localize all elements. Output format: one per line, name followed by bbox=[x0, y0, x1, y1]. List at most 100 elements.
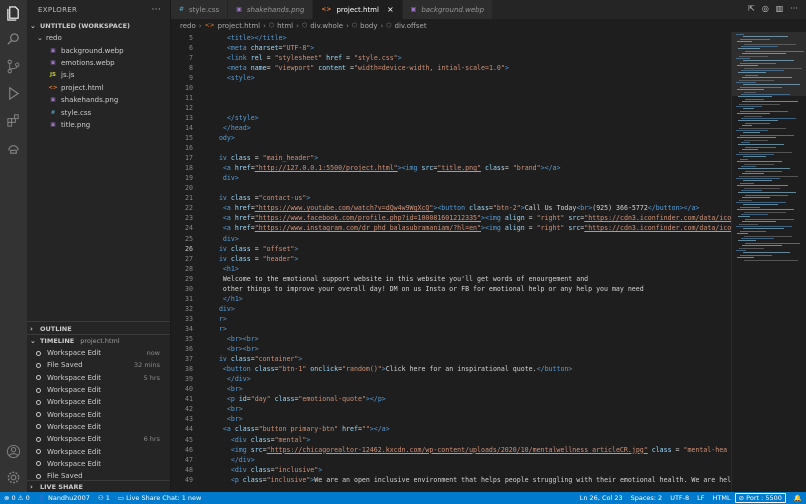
code-text: <a href = "https://www.instagram.com/dr_ph… bbox=[211, 223, 731, 233]
timeline-time: 5 hrs bbox=[143, 373, 160, 382]
breadcrumb-item[interactable]: redo bbox=[180, 22, 196, 30]
indentation[interactable]: Spaces: 2 bbox=[627, 494, 667, 502]
timeline-item[interactable]: Workspace Edit bbox=[27, 458, 170, 470]
minimap-line bbox=[744, 259, 798, 261]
chevron-right-icon: › bbox=[296, 21, 299, 30]
timeline-item[interactable]: Workspace Edit bbox=[27, 396, 170, 408]
code-token: <br> bbox=[576, 204, 593, 213]
line-number: 7 bbox=[189, 53, 193, 62]
notifications-bell-icon[interactable]: 🔔 bbox=[790, 494, 806, 502]
code-token: <br> bbox=[226, 415, 243, 424]
line-number: 38 bbox=[185, 365, 193, 374]
live-share-count[interactable]: ⚇ 1 bbox=[94, 494, 114, 502]
timeline-item[interactable]: Workspace Edit 5 hrs bbox=[27, 372, 170, 384]
code-token: "btn-1" bbox=[278, 365, 307, 374]
timeline-item[interactable]: File Saved 32 mins bbox=[27, 359, 170, 371]
tab[interactable]: ▣ background.webp bbox=[402, 0, 494, 19]
file-label: shakehands.png bbox=[61, 96, 119, 105]
encoding[interactable]: UTF-8 bbox=[666, 494, 693, 502]
timeline-item[interactable]: Workspace Edit now bbox=[27, 347, 170, 359]
circle-icon bbox=[36, 387, 41, 393]
code-token: "btn-2" bbox=[492, 204, 521, 213]
breadcrumb-item[interactable]: div.offset bbox=[395, 22, 427, 30]
code-token: r> bbox=[218, 314, 227, 323]
code-text: </div> bbox=[211, 455, 255, 465]
remote-explorer-icon[interactable] bbox=[5, 139, 22, 156]
timeline-item[interactable]: Workspace Edit bbox=[27, 408, 170, 420]
tab[interactable]: # style.css bbox=[171, 0, 229, 19]
breadcrumb-item[interactable]: html bbox=[277, 22, 293, 30]
file-item[interactable]: JS js.js bbox=[27, 69, 170, 81]
file-item[interactable]: # style.css bbox=[27, 106, 170, 118]
timeline-item[interactable]: Workspace Edit bbox=[27, 445, 170, 457]
file-item[interactable]: ▣ emotions.webp bbox=[27, 57, 170, 69]
code-token: <div bbox=[230, 435, 251, 444]
code-line: 11 bbox=[171, 93, 731, 103]
split-editor-icon[interactable]: ▥ bbox=[776, 4, 784, 13]
live-share-section-header[interactable]: › LIVE SHARE bbox=[27, 481, 170, 492]
search-icon[interactable] bbox=[5, 31, 22, 48]
chevron-down-icon: ⌄ bbox=[30, 337, 36, 345]
breadcrumb-item[interactable]: project.html bbox=[218, 22, 260, 30]
folder-redo[interactable]: ⌄ redo bbox=[27, 32, 170, 44]
timeline-item[interactable]: Workspace Edit bbox=[27, 384, 170, 396]
file-item[interactable]: ▣ background.webp bbox=[27, 44, 170, 56]
js-file-icon: JS bbox=[49, 72, 56, 79]
account-icon[interactable] bbox=[5, 443, 22, 460]
code-text: other things to improve your overall day… bbox=[211, 284, 644, 294]
more-actions-icon[interactable]: ··· bbox=[790, 4, 798, 13]
cursor-position[interactable]: Ln 26, Col 23 bbox=[576, 494, 627, 502]
code-text: <a href = "https://www.facebook.com/profil… bbox=[211, 213, 731, 223]
live-share-icon[interactable]: ⇱ bbox=[748, 4, 755, 13]
language-mode[interactable]: HTML bbox=[709, 494, 735, 502]
run-debug-icon[interactable] bbox=[5, 85, 22, 102]
live-share-user[interactable]: 👤 Nandhu2007 bbox=[34, 494, 94, 502]
code-line: 43 <br> bbox=[171, 414, 731, 424]
extensions-icon[interactable] bbox=[5, 112, 22, 129]
code-token: "inclusive" bbox=[274, 465, 319, 474]
minimap-line bbox=[736, 178, 780, 179]
minimap-line bbox=[737, 233, 748, 235]
timeline-item[interactable]: Workspace Edit 6 hrs bbox=[27, 433, 170, 445]
live-share-chat[interactable]: ▭ Live Share Chat: 1 new bbox=[114, 494, 205, 502]
person-icon: 👤 bbox=[37, 494, 46, 502]
file-item[interactable]: ▣ shakehands.png bbox=[27, 94, 170, 106]
file-item[interactable]: ▣ title.png bbox=[27, 119, 170, 131]
tab[interactable]: <> project.html × bbox=[313, 0, 403, 19]
timeline-time: now bbox=[146, 349, 160, 358]
breadcrumb-item[interactable]: body bbox=[360, 22, 377, 30]
line-number: 11 bbox=[185, 93, 193, 102]
broadcast-icon[interactable]: ◎ bbox=[762, 4, 769, 13]
breadcrumb-item[interactable]: div.whole bbox=[310, 22, 343, 30]
more-icon[interactable]: ··· bbox=[152, 5, 161, 15]
timeline-item[interactable]: Workspace Edit bbox=[27, 421, 170, 433]
code-line: 20 bbox=[171, 183, 731, 193]
code-token: = bbox=[250, 194, 259, 203]
file-item[interactable]: <> project.html bbox=[27, 82, 170, 94]
timeline-section-header[interactable]: ⌄ TIMELINE project.html bbox=[27, 335, 170, 347]
end-of-line[interactable]: LF bbox=[693, 494, 708, 502]
close-icon[interactable]: × bbox=[387, 5, 394, 14]
line-number: 21 bbox=[185, 194, 193, 203]
source-control-icon[interactable] bbox=[5, 58, 22, 75]
circle-icon bbox=[36, 375, 41, 381]
code-line: 41 <p id="day" class="emotional-quote"><… bbox=[171, 394, 731, 404]
minimap-line bbox=[736, 154, 774, 155]
files-icon[interactable] bbox=[5, 5, 22, 22]
timeline-label: File Saved bbox=[47, 361, 83, 370]
line-number: 29 bbox=[185, 274, 193, 283]
workspace-section-header[interactable]: ⌄ UNTITLED (WORKSPACE) bbox=[27, 20, 170, 32]
live-server-port[interactable]: ⊘ Port : 5500 bbox=[734, 493, 786, 503]
tab[interactable]: ▣ shakehands.png bbox=[228, 0, 314, 19]
settings-gear-icon[interactable] bbox=[5, 469, 22, 486]
problems-indicator[interactable]: ⊗ 0 ⚠ 0 bbox=[0, 494, 34, 502]
code-text: <img src = "https://chicagorealtor-12462.k… bbox=[211, 445, 727, 455]
code-editor[interactable]: 5 <title></title> 6 <meta charset="UTF-8"… bbox=[171, 32, 731, 492]
minimap[interactable] bbox=[731, 32, 806, 492]
file-label: style.css bbox=[61, 108, 92, 117]
